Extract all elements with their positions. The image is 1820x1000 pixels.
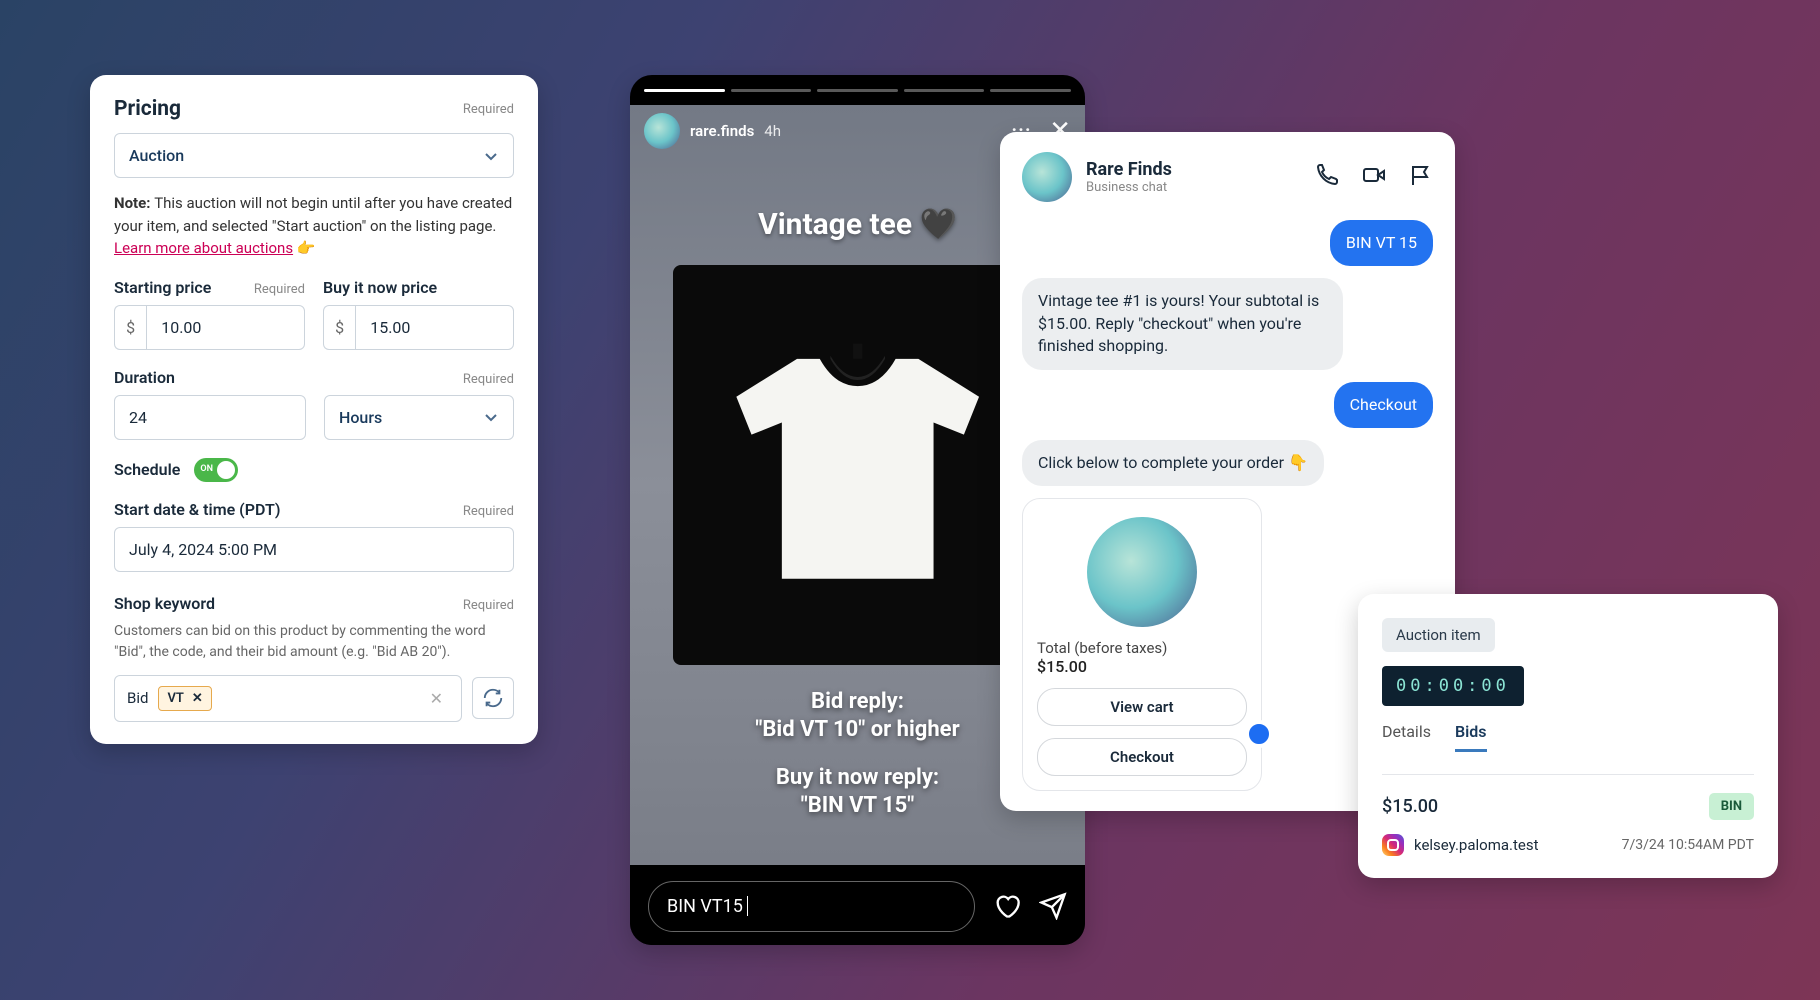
story-progress [630,75,1085,105]
pricing-title: Pricing [114,97,181,121]
instagram-icon [1382,834,1404,856]
story-username[interactable]: rare.finds [690,122,754,140]
bot-message: Click below to complete your order 👇 [1022,440,1324,486]
schedule-label: Schedule [114,460,180,479]
order-product-image [1087,517,1197,627]
story-time: 4h [764,122,781,140]
phone-icon[interactable] [1315,163,1339,191]
video-icon[interactable] [1361,163,1387,191]
duration-unit-select[interactable]: Hours [324,395,514,440]
start-date-label: Start date & time (PDT) [114,500,280,519]
total-label: Total (before taxes) [1037,639,1247,657]
chat-avatar[interactable] [1022,152,1072,202]
chip-remove-icon[interactable]: ✕ [192,691,203,706]
story-reply-input[interactable]: BIN VT15 [648,881,975,932]
clear-icon[interactable]: ✕ [424,689,449,708]
user-message: Checkout [1334,382,1433,428]
refresh-icon [482,687,504,709]
currency-symbol: $ [114,305,146,350]
start-date-input[interactable] [114,527,514,572]
required-label: Required [463,102,514,117]
schedule-toggle[interactable]: ON [194,458,238,482]
bin-price-label: Buy it now price [323,278,437,297]
flag-icon[interactable] [1409,163,1433,191]
bid-price: $15.00 [1382,796,1438,817]
send-icon[interactable] [1039,892,1067,920]
auction-badge: Auction item [1382,618,1495,652]
keyword-input-box[interactable]: Bid VT✕ ✕ [114,675,462,722]
order-card: Total (before taxes) $15.00 View cart Ch… [1022,498,1262,791]
total-amount: $15.00 [1037,657,1247,676]
pricing-header: Pricing Required [114,97,514,121]
view-cart-button[interactable]: View cart [1037,688,1247,726]
currency-symbol: $ [323,305,355,350]
starting-price-input[interactable] [146,305,305,350]
pricing-panel: Pricing Required Auction Note: This auct… [90,75,538,744]
heart-icon[interactable] [993,892,1021,920]
checkout-button[interactable]: Checkout [1037,738,1247,776]
duration-input[interactable] [114,395,306,440]
tab-details[interactable]: Details [1382,722,1431,752]
bin-price-input[interactable] [355,305,514,350]
keyword-label: Shop keyword [114,594,215,613]
duration-label: Duration [114,368,175,387]
keyword-chip: VT✕ [158,686,211,711]
chat-subtitle: Business chat [1086,180,1172,195]
bidder-username[interactable]: kelsey.paloma.test [1414,836,1539,854]
tshirt-icon [706,309,1009,621]
highlight-dot [1245,720,1273,748]
bids-panel: Auction item 00:00:00 Details Bids $15.0… [1358,594,1778,878]
learn-more-link[interactable]: Learn more about auctions [114,239,293,257]
auction-type-select[interactable]: Auction [114,133,514,178]
starting-price-label: Starting price [114,278,211,297]
story-product-image [673,265,1043,665]
story-avatar[interactable] [644,113,680,149]
countdown-timer: 00:00:00 [1382,666,1524,706]
auction-note: Note: This auction will not begin until … [114,192,514,260]
chevron-down-icon [483,409,499,425]
auction-type-value: Auction [129,146,184,165]
chat-name: Rare Finds [1086,159,1172,180]
bin-badge: BIN [1709,793,1754,820]
refresh-button[interactable] [472,677,514,719]
keyword-helper: Customers can bid on this product by com… [114,621,514,663]
bid-timestamp: 7/3/24 10:54AM PDT [1622,837,1754,853]
chevron-down-icon [483,148,499,164]
user-message: BIN VT 15 [1330,220,1433,266]
bot-message: Vintage tee #1 is yours! Your subtotal i… [1022,278,1343,369]
tab-bids[interactable]: Bids [1455,722,1487,752]
